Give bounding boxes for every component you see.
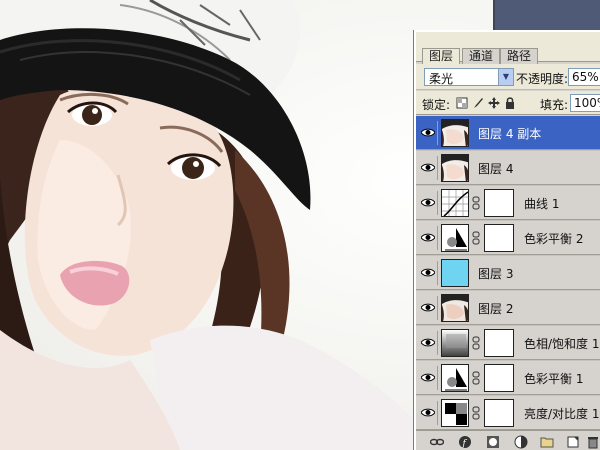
layer-thumbnail bbox=[441, 294, 469, 322]
lock-label: 锁定: bbox=[422, 98, 451, 112]
lock-move-icon[interactable] bbox=[488, 97, 500, 109]
opacity-input[interactable]: 65% bbox=[568, 68, 600, 86]
tab-layers[interactable]: 图层 bbox=[422, 48, 461, 64]
layers-panel: 图层 通道 路径 柔光 ▼ 不透明度: 65% 锁定: 填充: 100% bbox=[414, 30, 600, 450]
new-adjustment-icon[interactable] bbox=[514, 435, 528, 449]
layers-bottom-toolbar: f bbox=[416, 430, 600, 450]
mask-icon[interactable] bbox=[486, 435, 500, 449]
brightness-contrast-adjustment-icon bbox=[441, 399, 469, 427]
layer-row[interactable]: 色彩平衡 1 bbox=[416, 361, 600, 395]
layer-row[interactable]: 图层 3 bbox=[416, 256, 600, 290]
panel-tabs: 图层 通道 路径 bbox=[416, 32, 600, 64]
layer-name: 图层 2 bbox=[478, 302, 514, 316]
layer-mask-thumbnail[interactable] bbox=[484, 224, 514, 252]
chevron-down-icon[interactable]: ▼ bbox=[498, 69, 513, 85]
eye-icon[interactable] bbox=[418, 121, 438, 145]
eye-icon[interactable] bbox=[418, 261, 438, 285]
layer-name: 色彩平衡 2 bbox=[524, 232, 584, 246]
layer-style-icon[interactable]: f bbox=[458, 435, 472, 449]
layer-thumbnail bbox=[441, 119, 469, 147]
eye-icon[interactable] bbox=[418, 191, 438, 215]
layer-thumbnail bbox=[441, 154, 469, 182]
layer-name: 图层 4 bbox=[478, 162, 514, 176]
color-balance-adjustment-icon bbox=[441, 364, 469, 392]
eye-icon[interactable] bbox=[418, 401, 438, 425]
layer-name: 曲线 1 bbox=[524, 197, 560, 211]
layer-mask-thumbnail[interactable] bbox=[484, 329, 514, 357]
layer-name: 图层 4 副本 bbox=[478, 127, 542, 141]
layer-row[interactable]: 图层 2 bbox=[416, 291, 600, 325]
tab-paths[interactable]: 路径 bbox=[500, 48, 539, 64]
layer-row[interactable]: 图层 4 bbox=[416, 151, 600, 185]
curves-adjustment-icon bbox=[441, 189, 469, 217]
hue-saturation-adjustment-icon bbox=[441, 329, 469, 357]
eye-icon[interactable] bbox=[418, 366, 438, 390]
layer-row[interactable]: 亮度/对比度 1 bbox=[416, 396, 600, 430]
fill-label: 填充: bbox=[540, 98, 569, 112]
layer-list: 图层 4 副本 图层 4 曲线 1 色彩平衡 2 图层 3 图层 2 色相/饱和… bbox=[416, 116, 600, 430]
new-group-icon[interactable] bbox=[540, 435, 554, 449]
lock-all-icon[interactable] bbox=[504, 97, 516, 109]
trash-icon[interactable] bbox=[586, 435, 600, 449]
layer-name: 色相/饱和度 1 bbox=[524, 337, 600, 351]
lock-brush-icon[interactable] bbox=[472, 97, 484, 109]
chain-link-icon bbox=[472, 231, 482, 245]
tab-channels[interactable]: 通道 bbox=[462, 48, 501, 64]
layer-name: 色彩平衡 1 bbox=[524, 372, 584, 386]
layer-name: 亮度/对比度 1 bbox=[524, 407, 600, 421]
color-balance-adjustment-icon bbox=[441, 224, 469, 252]
chain-link-icon bbox=[472, 336, 482, 350]
window-frame bbox=[493, 0, 600, 30]
chain-link-icon bbox=[472, 196, 482, 210]
layer-name: 图层 3 bbox=[478, 267, 514, 281]
blend-mode-select[interactable]: 柔光 ▼ bbox=[424, 68, 514, 86]
chain-link-icon bbox=[472, 406, 482, 420]
layer-mask-thumbnail[interactable] bbox=[484, 399, 514, 427]
chain-link-icon bbox=[472, 371, 482, 385]
lock-transparency-icon[interactable] bbox=[456, 97, 468, 109]
lock-row: 锁定: 填充: 100% bbox=[416, 91, 600, 115]
blend-mode-value: 柔光 bbox=[429, 72, 454, 86]
eye-icon[interactable] bbox=[418, 156, 438, 180]
blend-row: 柔光 ▼ 不透明度: 65% bbox=[416, 64, 600, 90]
link-layers-icon[interactable] bbox=[429, 435, 445, 449]
solid-color-thumbnail bbox=[441, 259, 469, 287]
eye-icon[interactable] bbox=[418, 331, 438, 355]
opacity-label: 不透明度: bbox=[516, 72, 569, 86]
eye-icon[interactable] bbox=[418, 226, 438, 250]
layer-row[interactable]: 曲线 1 bbox=[416, 186, 600, 220]
eye-icon[interactable] bbox=[418, 296, 438, 320]
layer-mask-thumbnail[interactable] bbox=[484, 189, 514, 217]
layer-row[interactable]: 色彩平衡 2 bbox=[416, 221, 600, 255]
fill-input[interactable]: 100% bbox=[570, 94, 600, 112]
new-layer-icon[interactable] bbox=[566, 435, 580, 449]
layer-row[interactable]: 图层 4 副本 bbox=[416, 116, 600, 150]
layer-mask-thumbnail[interactable] bbox=[484, 364, 514, 392]
layer-row[interactable]: 色相/饱和度 1 bbox=[416, 326, 600, 360]
